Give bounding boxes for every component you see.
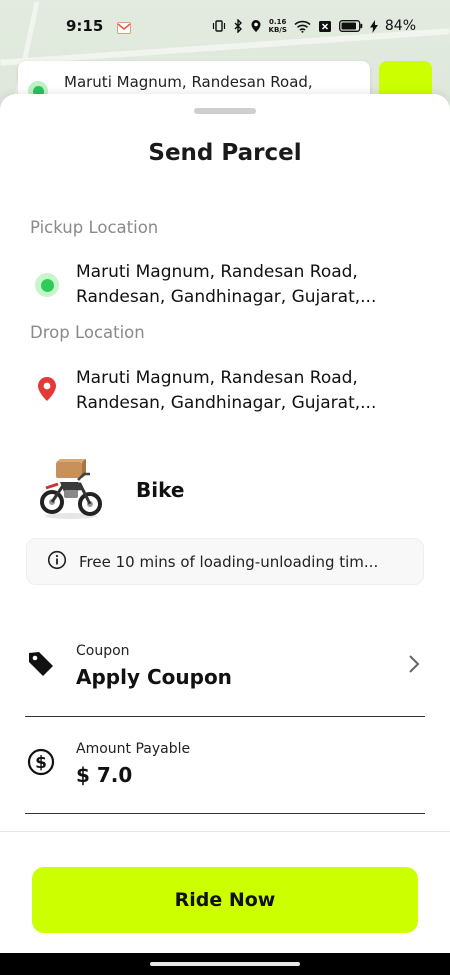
footer-divider [0,831,450,832]
page-title: Send Parcel [148,140,302,166]
no-sim-icon [318,20,332,33]
location-pin-icon [36,376,58,406]
bike-image [38,458,104,522]
bluetooth-icon [233,19,243,33]
ride-now-button[interactable]: Ride Now [32,867,418,933]
pickup-address-line2: Randesan, Gandhinagar, Gujarat,... [76,287,377,307]
drop-location-label: Drop Location [30,323,145,342]
tag-icon [27,650,55,682]
info-text: Free 10 mins of loading-unloading tim... [79,552,379,571]
pickup-location-row[interactable]: Maruti Magnum, Randesan Road, Randesan, … [30,260,430,310]
vibrate-icon [212,19,226,33]
coupon-row[interactable]: Coupon Apply Coupon [26,631,424,701]
amount-value: $ 7.0 [76,763,133,787]
vehicle-name: Bike [136,478,185,502]
vehicle-row[interactable]: Bike [38,458,184,522]
wifi-icon [294,20,311,33]
amount-label: Amount Payable [76,741,191,757]
divider [25,716,425,717]
pickup-address-line1: Maruti Magnum, Randesan Road, [76,262,358,282]
drag-handle[interactable] [194,108,256,114]
info-banner: Free 10 mins of loading-unloading tim... [26,538,424,585]
top-chip-text: Maruti Magnum, Randesan Road, [64,73,313,91]
drop-address-line2: Randesan, Gandhinagar, Gujarat,... [76,393,377,413]
drop-location-row[interactable]: Maruti Magnum, Randesan Road, Randesan, … [30,366,430,416]
svg-text:$: $ [35,753,47,773]
charging-icon [369,19,378,33]
amount-payable-row: $ Amount Payable $ 7.0 [26,729,424,799]
battery-percentage: 84% [384,18,416,34]
coupon-label: Coupon [76,643,130,659]
battery-icon [338,20,363,32]
send-parcel-sheet: Send Parcel Pickup Location Maruti Magnu… [0,94,450,975]
location-icon [250,19,262,33]
status-time: 9:15 [66,17,104,35]
dollar-icon: $ [27,748,55,780]
info-icon [47,550,67,574]
pickup-location-label: Pickup Location [30,218,159,237]
status-icons: 0.16 KB/S 84% [212,18,416,34]
pickup-dot-icon [35,273,59,297]
drop-address-line1: Maruti Magnum, Randesan Road, [76,368,358,388]
status-bar: 9:15 0.16 KB/S 84% [0,0,450,52]
chevron-right-icon[interactable] [408,654,420,678]
gmail-icon [117,20,132,34]
home-gesture-pill[interactable] [150,962,300,966]
divider [25,813,425,814]
apply-coupon-text: Apply Coupon [76,665,232,689]
net-speed: 0.16 KB/S [268,18,287,34]
